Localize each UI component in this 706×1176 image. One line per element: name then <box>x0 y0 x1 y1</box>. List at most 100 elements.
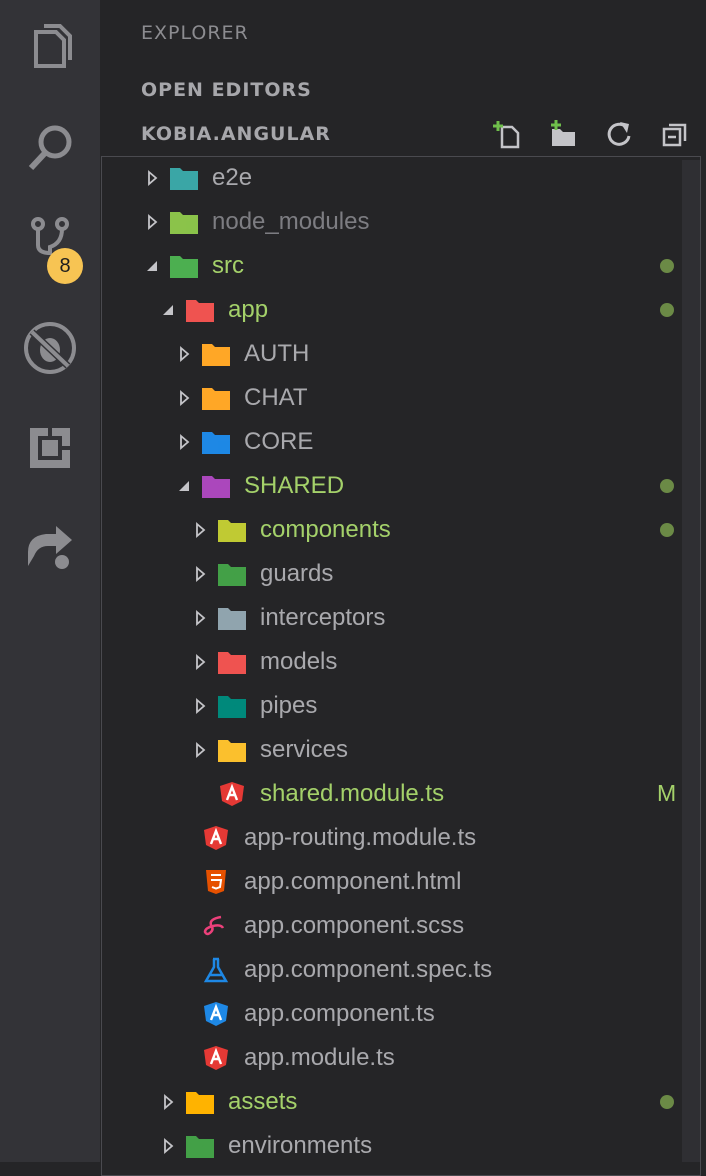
tree-item-name: guards <box>260 560 334 587</box>
folder-auth-icon <box>201 341 231 367</box>
tree-item-name: CHAT <box>244 384 308 411</box>
tree-item-name: shared.module.ts <box>260 780 445 807</box>
tree-folder-row[interactable]: assets <box>100 1080 682 1124</box>
folder-models-icon <box>217 649 247 675</box>
tree-folder-row[interactable]: node_modules <box>100 200 682 244</box>
folder-services-icon <box>217 737 247 763</box>
refresh-icon[interactable] <box>602 117 636 151</box>
explorer-sidebar: EXPLORER OPEN EDITORS KOBIA.ANGULAR e2e n… <box>100 0 706 1176</box>
collapsed-chevron-icon[interactable] <box>193 742 209 758</box>
collapsed-chevron-icon[interactable] <box>177 390 193 406</box>
collapse-all-icon[interactable] <box>658 117 692 151</box>
tree-item-name: components <box>260 516 391 543</box>
explorer-toolbar <box>490 112 692 156</box>
tree-folder-row[interactable]: services <box>100 728 682 772</box>
debug-disabled-icon[interactable] <box>0 308 100 388</box>
folder-environment-icon <box>185 1133 215 1159</box>
tree-file-row[interactable]: app-routing.module.ts <box>100 816 682 860</box>
tree-file-row[interactable]: shared.module.ts M <box>100 772 682 816</box>
new-file-icon[interactable] <box>490 117 524 151</box>
collapsed-chevron-icon[interactable] <box>193 698 209 714</box>
tree-folder-row[interactable]: components <box>100 508 682 552</box>
tree-item-name: app.component.html <box>244 868 462 895</box>
git-modified-badge: M <box>657 780 677 806</box>
tree-item-name: interceptors <box>260 604 386 631</box>
angular-component-icon <box>201 1001 231 1027</box>
tree-file-row[interactable]: app.component.spec.ts <box>100 948 682 992</box>
folder-assets-icon <box>185 1089 215 1115</box>
extensions-icon[interactable] <box>0 408 100 488</box>
git-change-dot <box>660 1095 674 1109</box>
git-change-dot <box>660 259 674 273</box>
tree-folder-row[interactable]: app <box>100 288 682 332</box>
folder-node-icon <box>169 209 199 235</box>
tree-file-row[interactable]: app.component.scss <box>100 904 682 948</box>
tree-folder-row[interactable]: pipes <box>100 684 682 728</box>
collapsed-chevron-icon[interactable] <box>193 610 209 626</box>
tree-folder-row[interactable]: CHAT <box>100 376 682 420</box>
collapsed-chevron-icon[interactable] <box>193 654 209 670</box>
folder-icon <box>217 605 247 631</box>
tree-item-name: pipes <box>260 692 318 719</box>
tree-folder-row[interactable]: src <box>100 244 682 288</box>
tree-file-row[interactable]: app.component.ts <box>100 992 682 1036</box>
project-name: KOBIA.ANGULAR <box>141 123 331 145</box>
folder-app-icon <box>185 297 215 323</box>
tree-item-name: CORE <box>244 428 314 455</box>
collapsed-chevron-icon[interactable] <box>193 522 209 538</box>
collapsed-chevron-icon[interactable] <box>145 214 161 230</box>
expanded-chevron-icon[interactable] <box>145 258 161 274</box>
tree-item-name: app.component.scss <box>244 912 465 939</box>
folder-src-icon <box>169 253 199 279</box>
git-change-dot <box>660 479 674 493</box>
tree-item-name: app <box>228 296 269 323</box>
tree-folder-row[interactable]: e2e <box>100 156 682 200</box>
open-editors-label: OPEN EDITORS <box>141 79 312 101</box>
expanded-chevron-icon[interactable] <box>177 478 193 494</box>
tree-item-name: app-routing.module.ts <box>244 824 477 851</box>
folder-chat-icon <box>201 385 231 411</box>
collapsed-chevron-icon[interactable] <box>177 434 193 450</box>
expanded-chevron-icon[interactable] <box>161 302 177 318</box>
search-icon[interactable] <box>0 108 100 188</box>
folder-shared-icon <box>201 473 231 499</box>
angular-icon <box>201 1045 231 1071</box>
tree-file-row[interactable]: app.component.html <box>100 860 682 904</box>
tree-folder-row[interactable]: guards <box>100 552 682 596</box>
collapsed-chevron-icon[interactable] <box>145 170 161 186</box>
explorer-title: EXPLORER <box>141 22 249 44</box>
open-editors-section[interactable]: OPEN EDITORS <box>100 68 706 112</box>
folder-e2e-icon <box>169 165 199 191</box>
tree-item-name: node_modules <box>212 208 370 235</box>
project-section[interactable]: KOBIA.ANGULAR <box>100 112 706 156</box>
collapsed-chevron-icon[interactable] <box>161 1138 177 1154</box>
tree-scrollbar[interactable] <box>682 160 700 1162</box>
tree-item-name: models <box>260 648 338 675</box>
remote-share-icon[interactable] <box>0 508 100 588</box>
folder-guards-icon <box>217 561 247 587</box>
tree-item-name: app.component.ts <box>244 1000 435 1027</box>
tree-item-name: src <box>212 252 244 279</box>
folder-components-icon <box>217 517 247 543</box>
tree-folder-row[interactable]: models <box>100 640 682 684</box>
tree-item-name: SHARED <box>244 472 345 499</box>
tree-folder-row[interactable]: interceptors <box>100 596 682 640</box>
tree-folder-row[interactable]: CORE <box>100 420 682 464</box>
tree-folder-row[interactable]: environments <box>100 1124 682 1168</box>
git-change-dot <box>660 523 674 537</box>
git-change-dot <box>660 303 674 317</box>
tree-item-name: e2e <box>212 164 253 191</box>
new-folder-icon[interactable] <box>546 117 580 151</box>
tree-folder-row[interactable]: SHARED <box>100 464 682 508</box>
collapsed-chevron-icon[interactable] <box>161 1094 177 1110</box>
tree-folder-row[interactable]: AUTH <box>100 332 682 376</box>
folder-pipes-icon <box>217 693 247 719</box>
tree-item-name: environments <box>228 1132 373 1159</box>
files-icon[interactable] <box>0 8 100 88</box>
collapsed-chevron-icon[interactable] <box>177 346 193 362</box>
tree-item-name: app.component.spec.ts <box>244 956 493 983</box>
tree-file-row[interactable]: app.module.ts <box>100 1036 682 1080</box>
tree-item-name: services <box>260 736 349 763</box>
tree-item-name: assets <box>228 1088 298 1115</box>
collapsed-chevron-icon[interactable] <box>193 566 209 582</box>
